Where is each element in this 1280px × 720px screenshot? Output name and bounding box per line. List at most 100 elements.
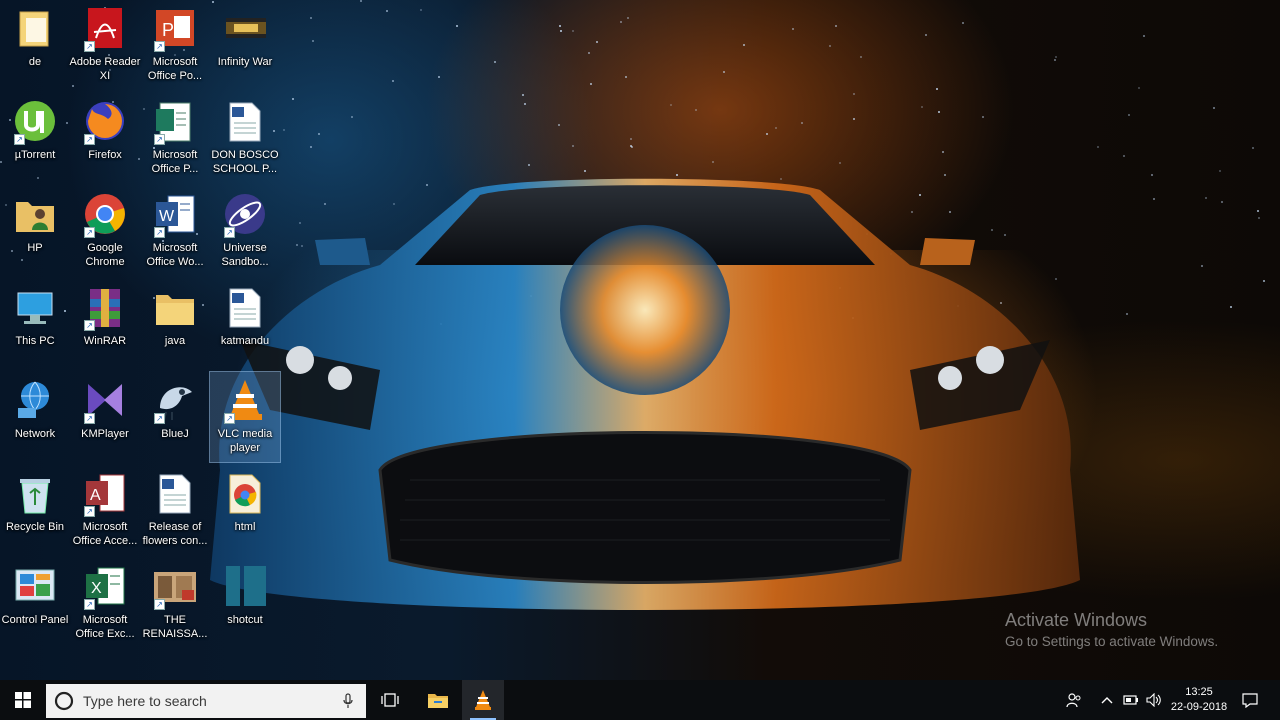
star-dot [961,22,964,24]
star-dot [595,41,598,44]
powerpoint-icon: P ↗ [152,6,198,52]
taskbar-search-box[interactable]: Type here to search [46,684,366,718]
task-view-button[interactable] [370,680,410,720]
star-dot [1229,305,1232,308]
folder-icon [152,285,198,331]
image-thumbnail-icon: ↗ [152,564,198,610]
desktop-icon-vlc[interactable]: ↗ VLC media player [209,371,281,463]
desktop-icon-kmplayer[interactable]: ↗ KMPlayer [70,372,140,462]
start-button[interactable] [0,680,46,720]
desktop-icon-user-folder[interactable]: HP [0,186,70,276]
star-dot [1126,312,1129,315]
desktop-icon-firefox[interactable]: ↗ Firefox [70,93,140,183]
star-dot [1143,34,1146,37]
star-dot [723,71,726,74]
desktop-icon-folder-file[interactable]: de [0,0,70,90]
desktop-icon-control-panel[interactable]: Control Panel [0,558,70,648]
action-center-button[interactable] [1236,680,1264,720]
shortcut-arrow-icon: ↗ [14,134,25,145]
desktop-icon-excel[interactable]: X ↗ Microsoft Office Exc... [70,558,140,648]
desktop-icon-access[interactable]: A ↗ Microsoft Office Acce... [70,465,140,555]
battery-button[interactable] [1120,680,1142,720]
star-dot [1054,55,1057,58]
publisher-icon: ↗ [152,99,198,145]
desktop-icon-word-document[interactable]: katmandu [210,279,280,369]
desktop-icon-universe-sandbox[interactable]: ↗ Universe Sandbo... [210,186,280,276]
desktop-icon-recycle-bin[interactable]: Recycle Bin [0,465,70,555]
utorrent-icon: ↗ [12,99,58,145]
star-dot [1263,279,1266,282]
star-dot [560,29,563,32]
notification-icon [1242,692,1258,708]
firefox-icon: ↗ [82,99,128,145]
desktop-icon-this-pc[interactable]: This PC [0,279,70,369]
star-dot [938,111,941,114]
desktop-icon-folder[interactable]: java [140,279,210,369]
show-hidden-icons-button[interactable] [1096,680,1118,720]
desktop-icon-image-thumbnail[interactable]: ↗ THE RENAISSA... [140,558,210,648]
volume-button[interactable] [1143,680,1165,720]
this-pc-icon [12,285,58,331]
desktop-icon-label: Firefox [88,149,122,161]
desktop-icon-label: DON BOSCO SCHOOL P... [211,149,279,175]
star-dot [494,60,496,63]
word-document-icon [152,471,198,517]
star-dot [309,16,312,19]
desktop-icon-publisher[interactable]: ↗ Microsoft Office P... [140,93,210,183]
desktop-icon-shotcut[interactable]: shotcut [210,558,280,648]
desktop-icon-video-thumbnail[interactable]: Infinity War [210,0,280,90]
desktop-icon-winrar[interactable]: ↗ WinRAR [70,279,140,369]
desktop-icon-label: Recycle Bin [5,521,65,533]
people-button[interactable] [1062,680,1086,720]
svg-text:P: P [162,20,174,40]
star-dot [853,117,856,120]
adobe-reader-icon: ↗ [82,6,128,52]
clock-button[interactable]: 13:25 22-09-2018 [1166,680,1232,720]
star-dot [1128,113,1131,116]
desktop-icon-bluej[interactable]: ↗ BlueJ [140,372,210,462]
desktop-icon-word-document[interactable]: DON BOSCO SCHOOL P... [210,93,280,183]
star-dot [792,28,795,31]
chevron-up-icon [1101,697,1113,704]
desktop-icon-word[interactable]: W ↗ Microsoft Office Wo... [140,186,210,276]
desktop-icon-label: katmandu [220,335,270,347]
people-icon [1066,693,1081,708]
desktop-icon-label: html [234,521,256,533]
star-dot [981,116,984,119]
svg-text:A: A [90,487,101,504]
microphone-icon[interactable] [342,693,354,709]
folder-file-icon [12,6,58,52]
star-dot [711,160,714,163]
star-dot [283,128,286,131]
star-dot [829,44,832,47]
star-dot [292,97,295,100]
desktop-icon-utorrent[interactable]: ↗ µTorrent [0,93,70,183]
desktop-icon-chrome-html[interactable]: html [210,465,280,555]
desktop-icon-powerpoint[interactable]: P ↗ Microsoft Office Po... [140,0,210,90]
star-dot [1213,107,1216,110]
desktop-icon-adobe-reader[interactable]: ↗ Adobe Reader XI [70,0,140,90]
star-dot [800,122,803,125]
desktop-icon-network[interactable]: Network [0,372,70,462]
star-dot [558,124,561,127]
star-dot [1152,197,1155,200]
star-dot [311,40,314,43]
desktop-icon-word-document[interactable]: Release of flowers con... [140,465,210,555]
star-dot [438,76,441,79]
shortcut-arrow-icon: ↗ [154,134,165,145]
star-dot [1218,169,1221,172]
universe-sandbox-icon: ↗ [222,192,268,238]
taskbar-vlc[interactable] [462,680,504,720]
car-wallpaper-art [210,178,1080,610]
bluej-icon: ↗ [152,378,198,424]
taskbar-file-explorer[interactable] [418,680,458,720]
star-dot [587,51,590,54]
word-icon: W ↗ [152,192,198,238]
access-icon: A ↗ [82,471,128,517]
shortcut-arrow-icon: ↗ [84,227,95,238]
desktop-icon-chrome[interactable]: ↗ Google Chrome [70,186,140,276]
star-dot [670,103,673,106]
control-panel-icon [12,564,58,610]
desktop-icon-label: µTorrent [14,149,56,161]
desktop-icon-label: java [164,335,186,347]
